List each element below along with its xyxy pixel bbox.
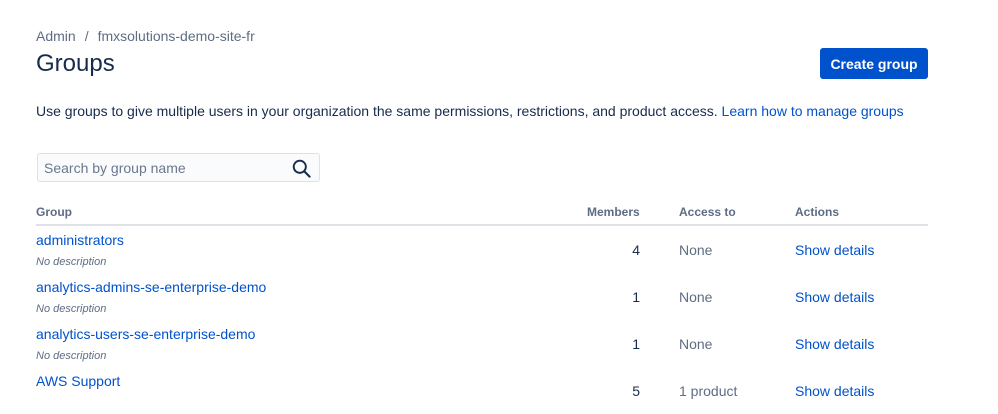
breadcrumb-item-admin[interactable]: Admin: [36, 28, 76, 44]
group-name-link[interactable]: administrators: [36, 232, 124, 248]
show-details-link[interactable]: Show details: [795, 336, 874, 352]
table-row: AWS Support 5 1 product Show details: [0, 367, 998, 414]
column-header-group[interactable]: Group: [36, 205, 72, 219]
group-description: No description: [36, 303, 107, 315]
group-name-link[interactable]: analytics-users-se-enterprise-demo: [36, 326, 255, 342]
show-details-link[interactable]: Show details: [795, 383, 874, 399]
access-value: None: [679, 242, 713, 258]
learn-groups-link[interactable]: Learn how to manage groups: [722, 103, 904, 119]
breadcrumb-separator: /: [84, 28, 89, 44]
intro-paragraph: Use groups to give multiple users in you…: [36, 103, 904, 119]
search-icon[interactable]: [292, 159, 311, 178]
member-count: 1: [632, 336, 640, 352]
member-count: 4: [632, 242, 640, 258]
search-input[interactable]: [38, 154, 284, 181]
column-header-actions: Actions: [795, 205, 840, 219]
group-description: No description: [36, 256, 107, 268]
group-description: No description: [36, 350, 107, 362]
column-header-members[interactable]: Members: [587, 205, 640, 219]
page-title: Groups: [36, 50, 115, 77]
access-value: None: [679, 336, 713, 352]
table-row: analytics-admins-se-enterprise-demo No d…: [0, 273, 998, 320]
member-count: 1: [632, 289, 640, 305]
table-row: analytics-users-se-enterprise-demo No de…: [0, 320, 998, 367]
show-details-link[interactable]: Show details: [795, 242, 874, 258]
column-header-access: Access to: [679, 205, 736, 219]
access-value: 1 product: [679, 383, 738, 399]
breadcrumb: Admin / fmxsolutions-demo-site-fr: [36, 28, 255, 44]
breadcrumb-item-site[interactable]: fmxsolutions-demo-site-fr: [98, 28, 255, 44]
member-count: 5: [632, 383, 640, 399]
show-details-link[interactable]: Show details: [795, 289, 874, 305]
table-row: administrators No description 4 None Sho…: [0, 226, 998, 273]
intro-text: Use groups to give multiple users in you…: [36, 103, 718, 119]
group-name-link[interactable]: analytics-admins-se-enterprise-demo: [36, 279, 266, 295]
access-value: None: [679, 289, 713, 305]
search-field: [37, 153, 320, 182]
create-group-button[interactable]: Create group: [820, 48, 928, 79]
group-name-link[interactable]: AWS Support: [36, 373, 120, 389]
